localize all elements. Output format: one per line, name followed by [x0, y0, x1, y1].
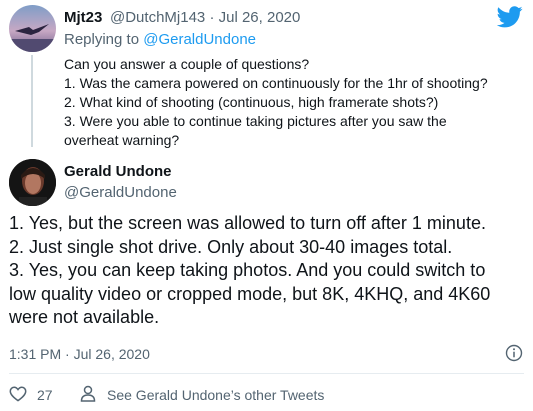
- reply-date[interactable]: Jul 26, 2020: [219, 9, 301, 26]
- reply-text-line: 2. What kind of shooting (continuous, hi…: [64, 94, 439, 110]
- reply-author-handle[interactable]: @DutchMj143: [110, 9, 205, 26]
- see-other-tweets-link[interactable]: See Gerald Undone’s other Tweets: [107, 387, 324, 403]
- reply-text-line: 1. Was the camera powered on continuousl…: [64, 75, 488, 91]
- meta-separator: ·: [209, 9, 215, 26]
- reply-tweet-text: Can you answer a couple of questions? 1.…: [64, 55, 524, 150]
- reply-text-line: Can you answer a couple of questions?: [64, 56, 310, 72]
- tweet-text-line: 3. Yes, you can keep taking photos. And …: [9, 260, 486, 280]
- tweet-text-line: were not available.: [9, 307, 160, 327]
- reply-author-meta: @DutchMj143 · Jul 26, 2020: [110, 9, 300, 26]
- author-handle[interactable]: @GeraldUndone: [64, 184, 177, 201]
- like-count[interactable]: 27: [37, 387, 53, 403]
- replying-to-line: Replying to @GeraldUndone: [64, 31, 256, 48]
- heart-icon[interactable]: [9, 386, 27, 402]
- info-icon[interactable]: [505, 344, 523, 362]
- tweet-text-line: 1. Yes, but the screen was allowed to tu…: [9, 213, 486, 233]
- reply-text-line: 3. Were you able to continue taking pict…: [64, 113, 447, 129]
- footer-divider: [9, 373, 524, 374]
- tweet-text-line: low quality video or cropped mode, but 8…: [9, 283, 491, 304]
- main-tweet-text: 1. Yes, but the screen was allowed to tu…: [9, 212, 529, 330]
- twitter-bird-icon[interactable]: [496, 6, 523, 28]
- replying-to-prefix: Replying to: [64, 31, 140, 48]
- replying-to-mention[interactable]: @GeraldUndone: [143, 31, 256, 48]
- reply-text-line: overheat warning?: [64, 132, 180, 148]
- person-icon[interactable]: [80, 385, 96, 402]
- author-avatar[interactable]: [9, 159, 56, 206]
- author-name[interactable]: Gerald Undone: [64, 163, 172, 180]
- thread-connector-line: [31, 55, 33, 147]
- reply-author-name[interactable]: Mjt23: [64, 9, 102, 26]
- tweet-text-line: 2. Just single shot drive. Only about 30…: [9, 236, 453, 257]
- reply-author-avatar[interactable]: [9, 5, 56, 52]
- tweet-timestamp[interactable]: 1:31 PM · Jul 26, 2020: [9, 346, 150, 362]
